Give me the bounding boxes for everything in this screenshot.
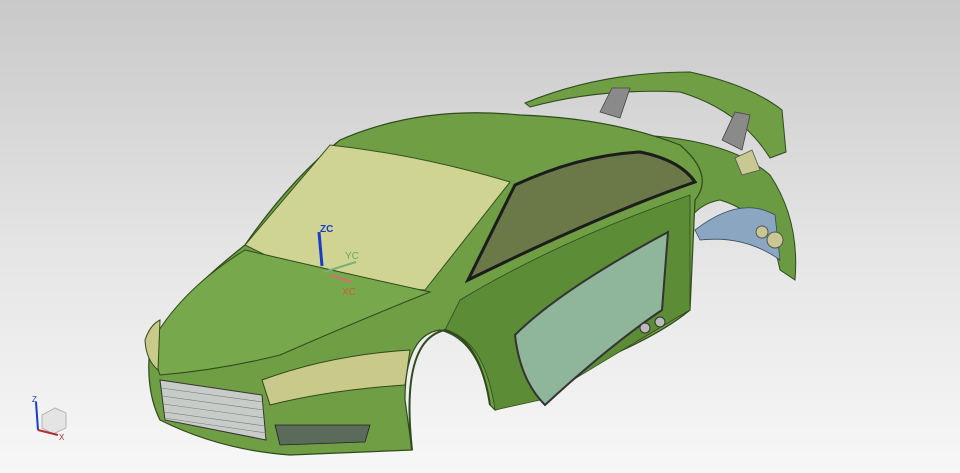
cad-viewport[interactable]: ZC YC XC Z X [0,0,960,473]
door-handle [654,316,666,328]
view-cube [41,407,67,435]
rear-light [766,231,784,249]
view-triad[interactable]: Z X [32,395,67,442]
rear-light [755,225,769,239]
yc-label: YC [345,251,359,262]
zc-label: ZC [320,224,333,235]
car-body-model[interactable] [144,71,797,456]
view-z-label: Z [32,395,37,404]
view-z-axis [35,401,39,431]
headlight [144,319,161,372]
xc-label: XC [342,287,356,298]
door-handle [639,322,651,334]
view-x-label: X [59,433,65,442]
lower-intake [274,424,371,446]
